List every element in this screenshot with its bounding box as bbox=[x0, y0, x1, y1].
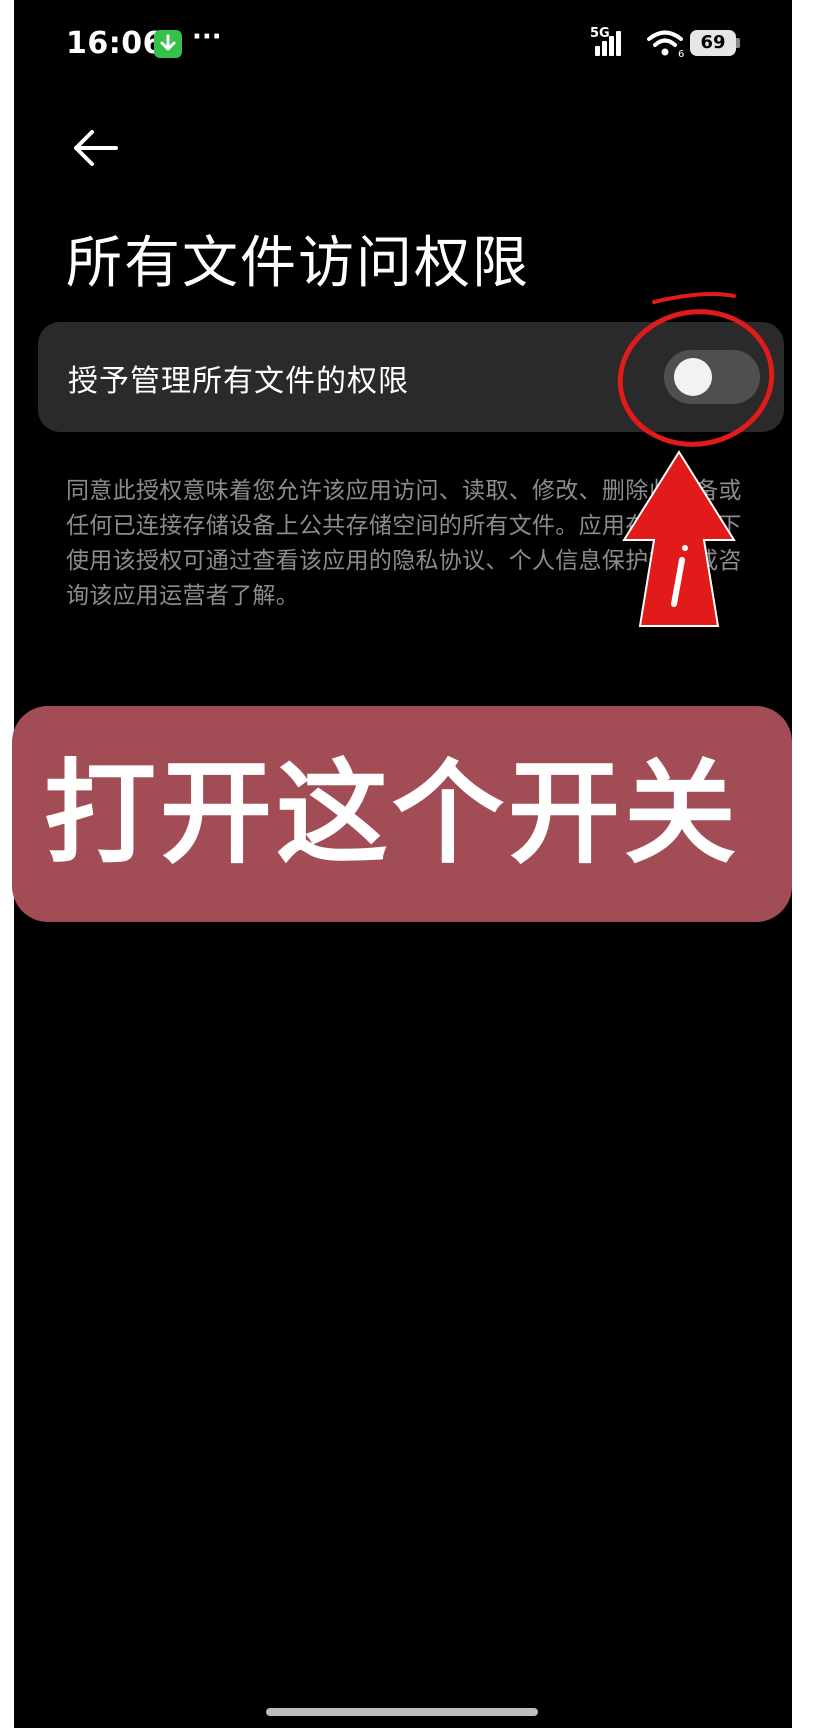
wifi-badge: 6 bbox=[678, 49, 684, 58]
callout-text: 打开这个开关 bbox=[44, 749, 740, 879]
more-icon: ··· bbox=[192, 22, 222, 52]
permission-description: 同意此授权意味着您允许该应用访问、读取、修改、删除此设备或任何已连接存储设备上公… bbox=[66, 478, 742, 609]
battery-tip bbox=[736, 38, 740, 48]
back-button[interactable] bbox=[66, 118, 126, 178]
setting-row-all-files[interactable]: 授予管理所有文件的权限 bbox=[38, 322, 784, 432]
battery-level: 69 bbox=[700, 32, 726, 53]
wifi-icon: 6 bbox=[646, 28, 686, 62]
status-time: 16:06 bbox=[66, 26, 164, 61]
callout-banner: 打开这个开关 bbox=[12, 706, 792, 922]
battery-icon: 69 bbox=[690, 30, 736, 56]
signal-icon bbox=[594, 30, 624, 60]
arrow-left-icon bbox=[74, 130, 118, 166]
toggle-knob bbox=[674, 358, 712, 396]
all-files-toggle[interactable] bbox=[664, 350, 760, 404]
page-title: 所有文件访问权限 bbox=[66, 231, 530, 296]
setting-label: 授予管理所有文件的权限 bbox=[68, 364, 409, 399]
home-indicator[interactable] bbox=[266, 1708, 538, 1716]
download-icon bbox=[154, 30, 182, 58]
